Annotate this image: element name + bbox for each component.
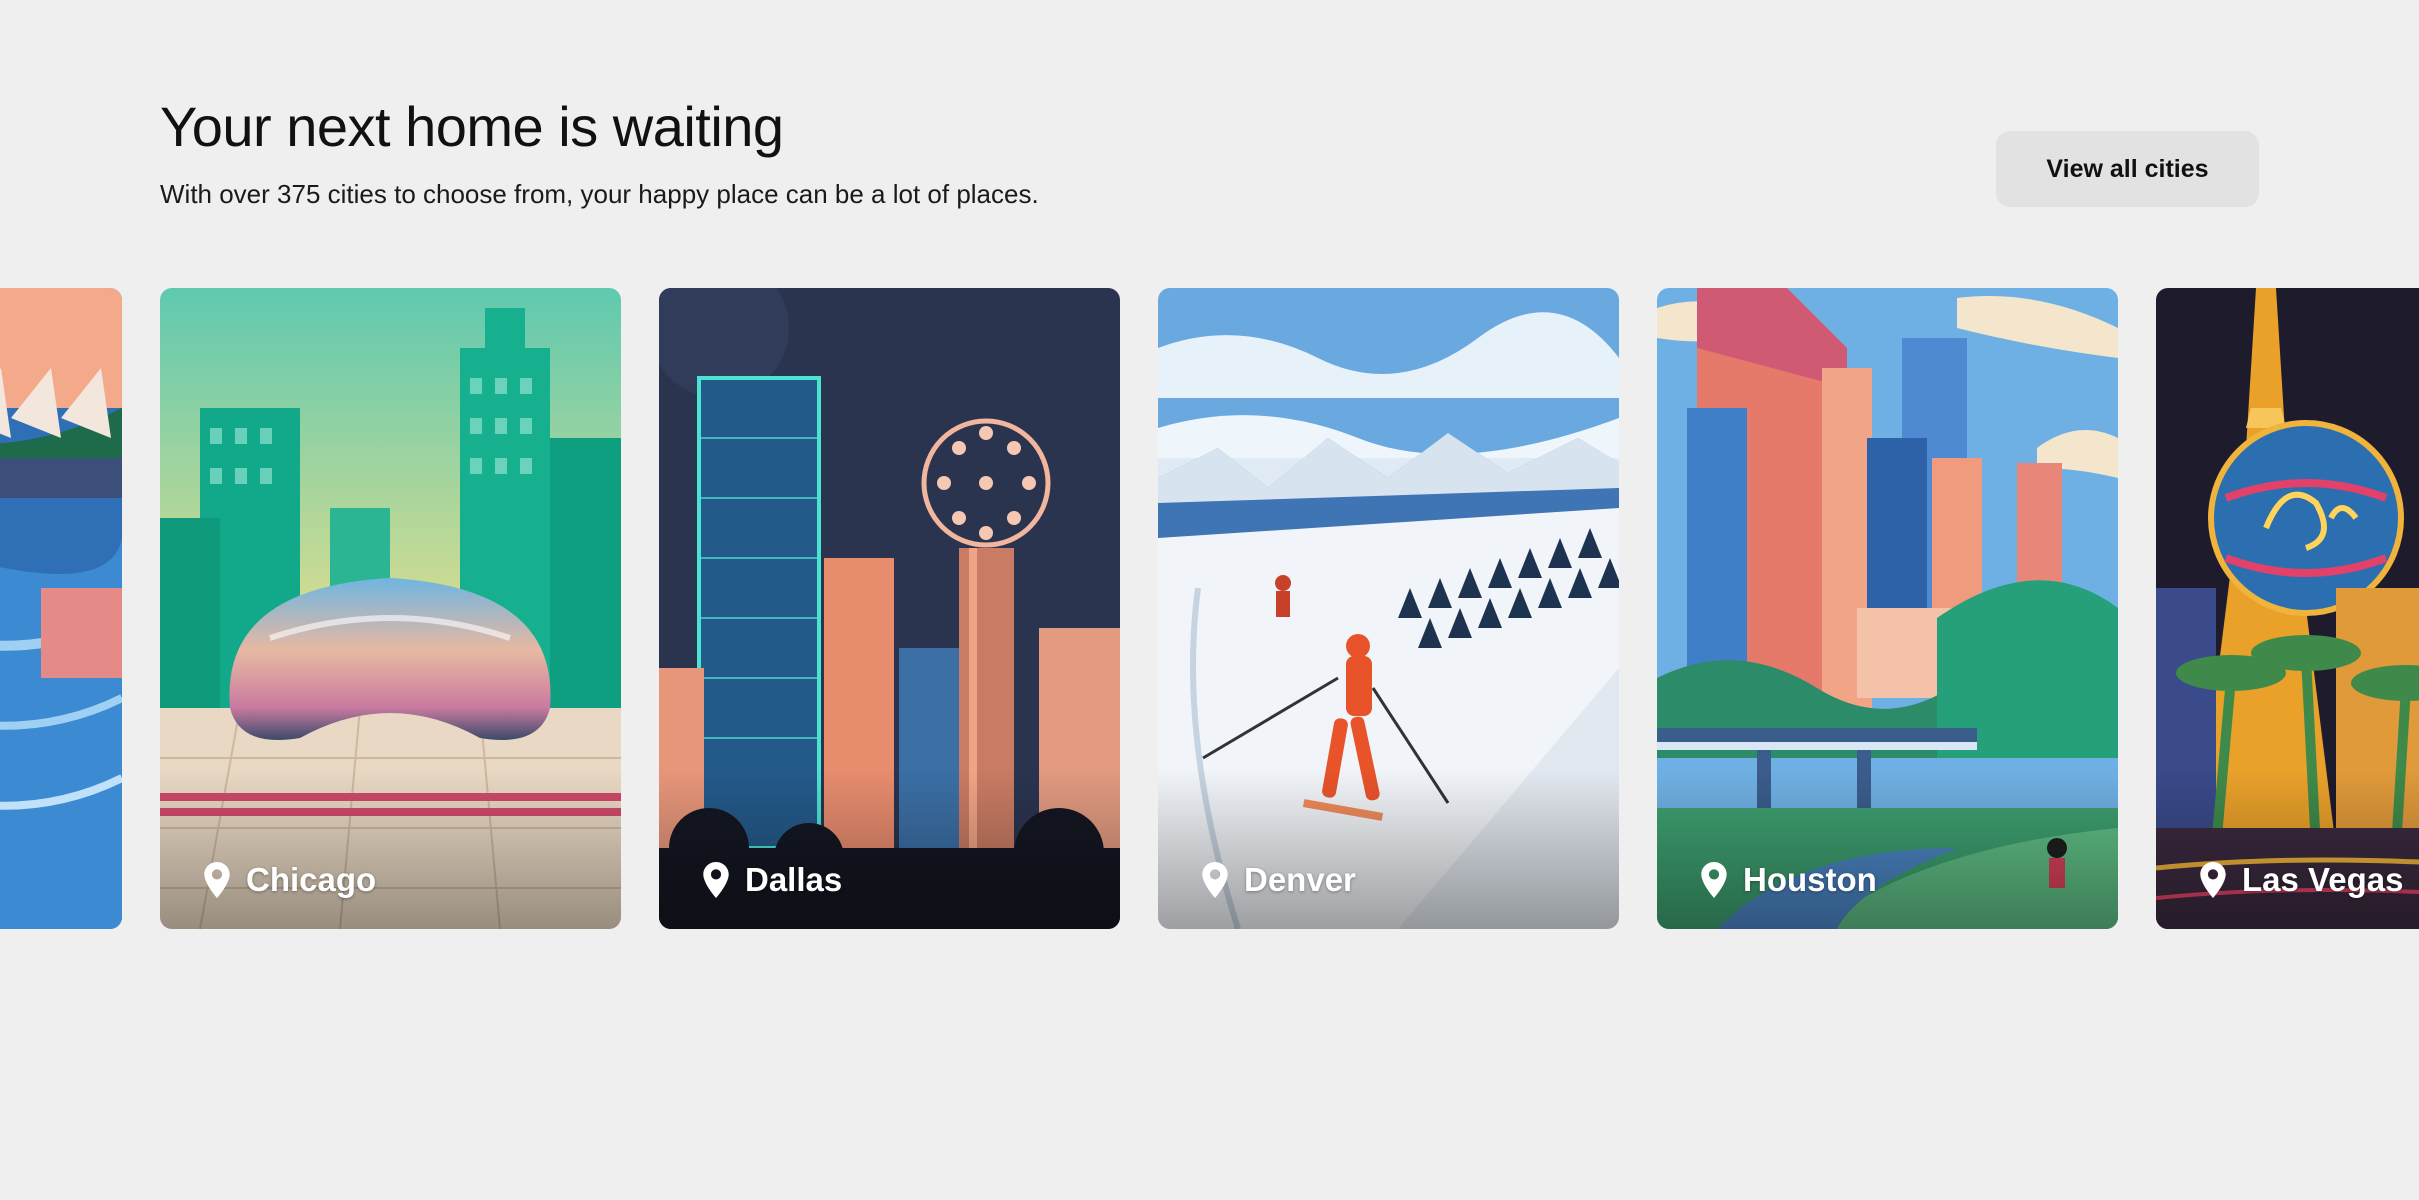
city-name: Dallas (745, 861, 843, 898)
location-pin-icon (2200, 862, 2226, 898)
view-all-cities-button[interactable]: View all cities (1996, 131, 2259, 207)
section-subtitle: With over 375 cities to choose from, you… (160, 178, 1039, 209)
city-label: Las Vegas (2200, 861, 2403, 899)
city-card-dallas[interactable]: Dallas (659, 288, 1120, 929)
section-header: Your next home is waiting With over 375 … (160, 96, 1039, 211)
city-name: Houston (1743, 861, 1877, 898)
city-name: Denver (1244, 861, 1356, 898)
city-label: Denver (1202, 861, 1356, 899)
city-name: Las Vegas (2242, 861, 2404, 898)
city-label: Dallas (703, 861, 842, 899)
location-pin-icon (1701, 862, 1727, 898)
location-pin-icon (204, 862, 230, 898)
section-title: Your next home is waiting (160, 95, 784, 158)
city-card-las-vegas[interactable]: Las Vegas (2156, 288, 2419, 929)
location-pin-icon (1202, 862, 1228, 898)
city-card-houston[interactable]: Houston (1657, 288, 2118, 929)
city-illustration (0, 288, 122, 929)
city-carousel[interactable]: Chicago Dallas Denver Houston Las Vegas (0, 288, 2419, 929)
city-card-denver[interactable]: Denver (1158, 288, 1619, 929)
city-label: Houston (1701, 861, 1877, 899)
location-pin-icon (703, 862, 729, 898)
city-card-chicago[interactable]: Chicago (160, 288, 621, 929)
city-name: Chicago (246, 861, 377, 898)
city-label: Chicago (204, 861, 376, 899)
city-card-partial-left[interactable] (0, 288, 122, 929)
page: Your next home is waiting With over 375 … (0, 0, 2419, 1200)
